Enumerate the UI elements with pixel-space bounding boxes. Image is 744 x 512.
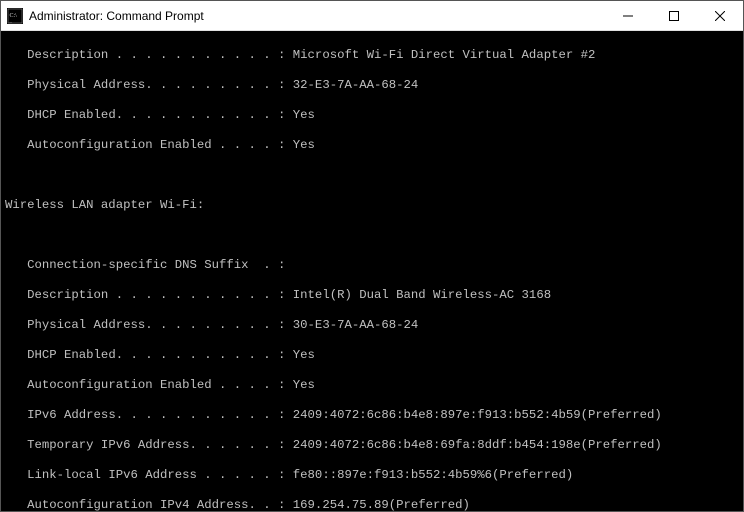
output-line: Autoconfiguration Enabled . . . . : Yes: [5, 138, 739, 153]
output-line: Temporary IPv6 Address. . . . . . : 2409…: [5, 438, 739, 453]
output-line: DHCP Enabled. . . . . . . . . . . : Yes: [5, 348, 739, 363]
window-title: Administrator: Command Prompt: [29, 9, 605, 23]
output-line: Description . . . . . . . . . . . : Micr…: [5, 48, 739, 63]
terminal-output[interactable]: Description . . . . . . . . . . . : Micr…: [1, 31, 743, 511]
output-line: Physical Address. . . . . . . . . : 30-E…: [5, 318, 739, 333]
output-line: Link-local IPv6 Address . . . . . : fe80…: [5, 468, 739, 483]
svg-text:_: _: [9, 19, 13, 24]
output-line: DHCP Enabled. . . . . . . . . . . : Yes: [5, 108, 739, 123]
adapter-header: Wireless LAN adapter Wi-Fi:: [5, 198, 739, 213]
cmd-icon: C:\_: [7, 8, 23, 24]
window-controls: [605, 1, 743, 30]
command-prompt-window: C:\_ Administrator: Command Prompt Descr…: [0, 0, 744, 512]
output-line: Autoconfiguration Enabled . . . . : Yes: [5, 378, 739, 393]
output-line: Autoconfiguration IPv4 Address. . : 169.…: [5, 498, 739, 511]
minimize-button[interactable]: [605, 1, 651, 30]
blank-line: [5, 228, 739, 243]
output-line: IPv6 Address. . . . . . . . . . . : 2409…: [5, 408, 739, 423]
titlebar[interactable]: C:\_ Administrator: Command Prompt: [1, 1, 743, 31]
blank-line: [5, 168, 739, 183]
close-button[interactable]: [697, 1, 743, 30]
output-line: Connection-specific DNS Suffix . :: [5, 258, 739, 273]
maximize-button[interactable]: [651, 1, 697, 30]
output-line: Physical Address. . . . . . . . . : 32-E…: [5, 78, 739, 93]
output-line: Description . . . . . . . . . . . : Inte…: [5, 288, 739, 303]
